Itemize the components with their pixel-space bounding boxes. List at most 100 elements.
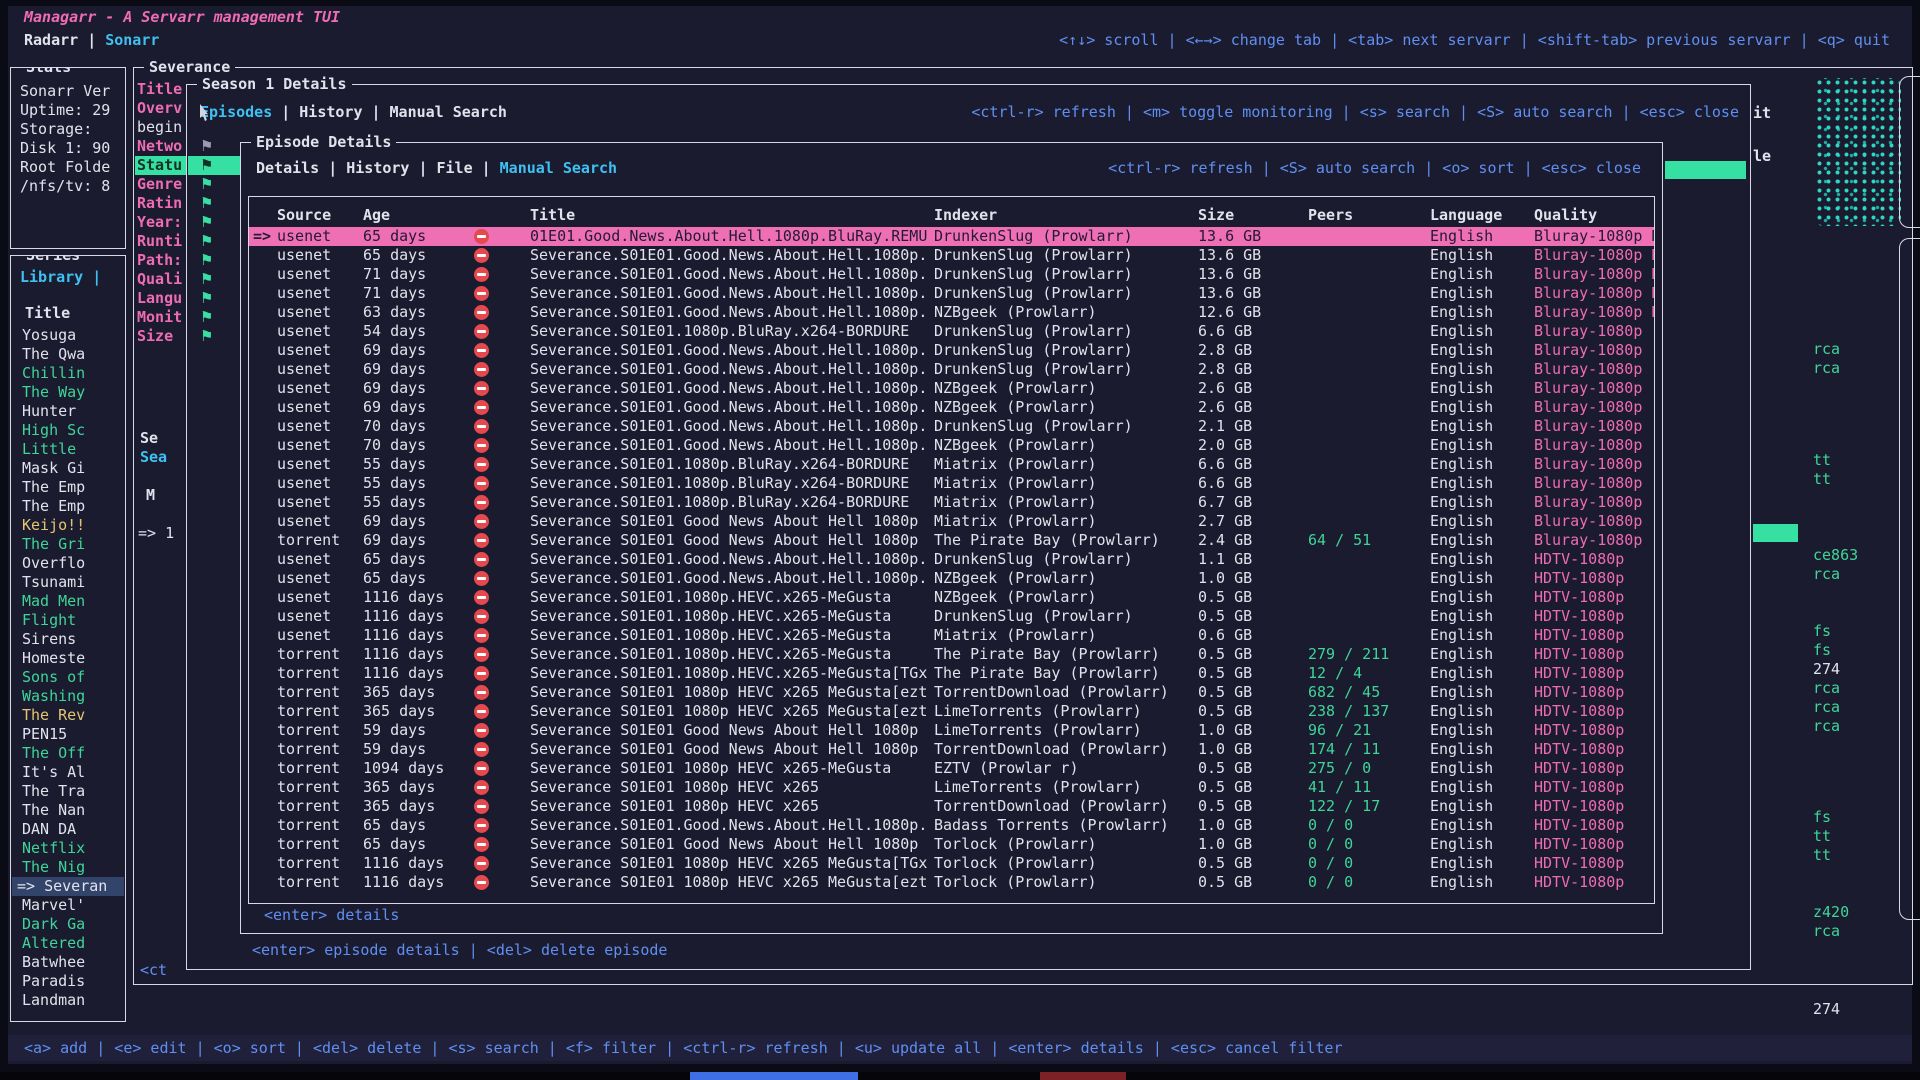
series-list-item[interactable]: Hunter — [12, 402, 124, 421]
series-list-item[interactable]: Sirens — [12, 630, 124, 649]
release-row[interactable]: torrent365 daysSeverance S01E01 1080p HE… — [249, 683, 1654, 702]
series-list-item[interactable]: The Nan — [12, 801, 124, 820]
release-row[interactable]: usenet71 daysSeverance.S01E01.Good.News.… — [249, 284, 1654, 303]
release-row[interactable]: usenet65 daysSeverance.S01E01.Good.News.… — [249, 569, 1654, 588]
series-list-item[interactable]: Dark Ga — [12, 915, 124, 934]
release-row[interactable]: usenet1116 daysSeverance.S01E01.1080p.HE… — [249, 588, 1654, 607]
series-list-item[interactable]: The Off — [12, 744, 124, 763]
release-row[interactable]: torrent59 daysSeverance S01E01 Good News… — [249, 721, 1654, 740]
series-list-item[interactable]: Chillin — [12, 364, 124, 383]
series-list-item[interactable]: PEN15 — [12, 725, 124, 744]
release-row[interactable]: torrent365 daysSeverance S01E01 1080p HE… — [249, 702, 1654, 721]
release-age: 65 days — [363, 835, 460, 854]
series-list-item[interactable]: The Rev — [12, 706, 124, 725]
release-row[interactable]: usenet1116 daysSeverance.S01E01.1080p.HE… — [249, 607, 1654, 626]
series-list-item[interactable]: It's Al — [12, 763, 124, 782]
release-row[interactable]: usenet69 daysSeverance S01E01 Good News … — [249, 512, 1654, 531]
stat-line: /nfs/tv: 8 — [20, 177, 124, 196]
series-list-item[interactable]: Mad Men — [12, 592, 124, 611]
release-row[interactable]: torrent69 daysSeverance S01E01 Good News… — [249, 531, 1654, 550]
series-field-label[interactable]: Genre — [137, 175, 186, 194]
series-list-item[interactable]: Yosuga — [12, 326, 124, 345]
release-quality: HDTV-1080p — [1534, 854, 1654, 873]
release-row[interactable]: torrent1116 daysSeverance.S01E01.1080p.H… — [249, 664, 1654, 683]
series-list-item[interactable]: The Way — [12, 383, 124, 402]
series-list-item[interactable]: Little — [12, 440, 124, 459]
series-field-label[interactable]: Statu — [135, 156, 188, 175]
series-list-item[interactable]: Washing — [12, 687, 124, 706]
series-list-item[interactable]: => Severan — [12, 877, 124, 896]
release-row[interactable]: usenet71 daysSeverance.S01E01.Good.News.… — [249, 265, 1654, 284]
series-list-item[interactable]: DAN DA — [12, 820, 124, 839]
tab-manual-search[interactable]: Manual Search — [500, 159, 617, 177]
series-field-label[interactable]: Quali — [137, 270, 186, 289]
series-field-label[interactable]: Netwo — [137, 137, 186, 156]
release-row[interactable]: torrent1094 daysSeverance S01E01 1080p H… — [249, 759, 1654, 778]
series-list-item[interactable]: The Emp — [12, 478, 124, 497]
release-row[interactable]: usenet55 daysSeverance.S01E01.1080p.BluR… — [249, 493, 1654, 512]
tab-history[interactable]: History — [346, 159, 409, 177]
series-list-item[interactable]: The Qwa — [12, 345, 124, 364]
release-row[interactable]: torrent65 daysSeverance S01E01 Good News… — [249, 835, 1654, 854]
release-row[interactable]: torrent59 daysSeverance S01E01 Good News… — [249, 740, 1654, 759]
release-row[interactable]: torrent1116 daysSeverance S01E01 1080p H… — [249, 854, 1654, 873]
tab-episodes[interactable]: Episodes — [200, 103, 272, 121]
series-list-item[interactable]: Netflix — [12, 839, 124, 858]
release-row[interactable]: usenet69 daysSeverance.S01E01.Good.News.… — [249, 341, 1654, 360]
series-field-label[interactable]: Langu — [137, 289, 186, 308]
series-list-item[interactable]: The Nig — [12, 858, 124, 877]
release-language: English — [1430, 265, 1534, 284]
series-list-item[interactable]: Homeste — [12, 649, 124, 668]
series-list-item[interactable]: Overflo — [12, 554, 124, 573]
release-row[interactable]: torrent365 daysSeverance S01E01 1080p HE… — [249, 797, 1654, 816]
series-field-label[interactable]: Runti — [137, 232, 186, 251]
series-field-label[interactable]: Overv — [137, 99, 186, 118]
series-list-item[interactable]: Altered — [12, 934, 124, 953]
tab-sonarr[interactable]: Sonarr — [105, 31, 159, 49]
release-row[interactable]: torrent365 daysSeverance S01E01 1080p HE… — [249, 778, 1654, 797]
series-field-label[interactable]: Year: — [137, 213, 186, 232]
release-row[interactable]: usenet63 daysSeverance.S01E01.Good.News.… — [249, 303, 1654, 322]
series-field-label[interactable]: begin — [137, 118, 186, 137]
tab-library[interactable]: Library | — [20, 268, 101, 287]
release-row[interactable]: torrent65 daysSeverance.S01E01.Good.News… — [249, 816, 1654, 835]
series-list-item[interactable]: Keijo!! — [12, 516, 124, 535]
release-row[interactable]: usenet65 daysSeverance.S01E01.Good.News.… — [249, 550, 1654, 569]
release-row[interactable]: usenet55 daysSeverance.S01E01.1080p.BluR… — [249, 455, 1654, 474]
series-list-item[interactable]: Batwhee — [12, 953, 124, 972]
series-list-item[interactable]: The Tra — [12, 782, 124, 801]
release-row[interactable]: torrent1116 daysSeverance S01E01 1080p H… — [249, 873, 1654, 892]
series-list-item[interactable]: Mask Gi — [12, 459, 124, 478]
release-row[interactable]: usenet55 daysSeverance.S01E01.1080p.BluR… — [249, 474, 1654, 493]
series-field-label[interactable]: Size — [137, 327, 186, 346]
series-list-item[interactable]: Flight — [12, 611, 124, 630]
release-row[interactable]: usenet54 daysSeverance.S01E01.1080p.BluR… — [249, 322, 1654, 341]
series-list-item[interactable]: Marvel' — [12, 896, 124, 915]
series-field-label[interactable]: Ratin — [137, 194, 186, 213]
series-field-label[interactable]: Monit — [137, 308, 186, 327]
release-row[interactable]: usenet69 daysSeverance.S01E01.Good.News.… — [249, 379, 1654, 398]
series-list-item[interactable]: Tsunami — [12, 573, 124, 592]
release-row[interactable]: usenet70 daysSeverance.S01E01.Good.News.… — [249, 436, 1654, 455]
release-quality: Bluray-1080p — [1534, 474, 1654, 493]
tab-radarr[interactable]: Radarr — [24, 31, 78, 49]
series-list-item[interactable]: High Sc — [12, 421, 124, 440]
tab-history[interactable]: History — [299, 103, 362, 121]
release-row[interactable]: =>usenet65 days01E01.Good.News.About.Hel… — [249, 227, 1654, 246]
series-list-item[interactable]: Paradis — [12, 972, 124, 991]
release-row[interactable]: usenet69 daysSeverance.S01E01.Good.News.… — [249, 398, 1654, 417]
series-list-item[interactable]: The Gri — [12, 535, 124, 554]
release-row[interactable]: usenet70 daysSeverance.S01E01.Good.News.… — [249, 417, 1654, 436]
release-row[interactable]: usenet1116 daysSeverance.S01E01.1080p.HE… — [249, 626, 1654, 645]
series-list-item[interactable]: The Emp — [12, 497, 124, 516]
series-field-label[interactable]: Path: — [137, 251, 186, 270]
tab-manual-search[interactable]: Manual Search — [390, 103, 507, 121]
tab-file[interactable]: File — [437, 159, 473, 177]
series-field-label[interactable]: Title — [137, 80, 186, 99]
series-list-item[interactable]: Landman — [12, 991, 124, 1010]
tab-details[interactable]: Details — [256, 159, 319, 177]
series-list-item[interactable]: Sons of — [12, 668, 124, 687]
release-row[interactable]: usenet65 daysSeverance.S01E01.Good.News.… — [249, 246, 1654, 265]
release-row[interactable]: torrent1116 daysSeverance.S01E01.1080p.H… — [249, 645, 1654, 664]
release-row[interactable]: usenet69 daysSeverance.S01E01.Good.News.… — [249, 360, 1654, 379]
